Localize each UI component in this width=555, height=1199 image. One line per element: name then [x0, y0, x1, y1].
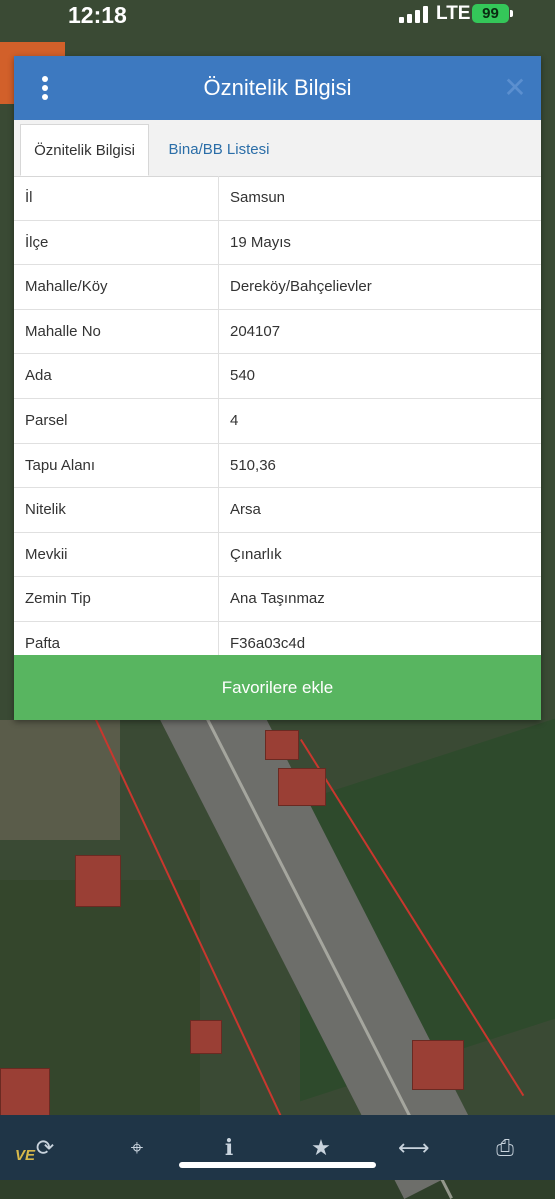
map-building — [265, 730, 299, 760]
map-building — [278, 768, 326, 806]
print-icon[interactable]: ⎙ — [490, 1133, 520, 1163]
attribute-table: İl Samsun İlçe 19 Mayıs Mahalle/Köy Dereköy… — [14, 176, 541, 667]
table-row: Mahalle No 204107 — [14, 309, 541, 355]
row-key: Mahalle/Köy — [25, 278, 108, 296]
app-logo: VE — [15, 1147, 36, 1164]
row-value: Arsa — [230, 501, 261, 519]
table-row: Mevkii Çınarlık — [14, 532, 541, 578]
row-value: 19 Mayıs — [230, 233, 291, 251]
table-row: Ada 540 — [14, 354, 541, 399]
row-key: Parsel — [25, 411, 68, 429]
row-key: Mahalle No — [25, 322, 101, 340]
status-bar: 12:18 LTE 99 — [0, 0, 555, 40]
row-key: İlçe — [25, 233, 49, 251]
home-indicator[interactable] — [179, 1162, 376, 1168]
map-building — [0, 1068, 50, 1116]
map-building — [190, 1020, 222, 1054]
row-value: 510,36 — [230, 456, 276, 474]
row-value: 4 — [230, 411, 239, 429]
battery-icon: 99 — [472, 4, 509, 23]
dialog-title: Öznitelik Bilgisi — [203, 75, 352, 100]
row-value: Samsun — [230, 189, 286, 206]
map-building — [75, 855, 121, 907]
table-row: Mahalle/Köy Dereköy/Bahçelievler — [14, 265, 541, 310]
dialog-header: Öznitelik Bilgisi ✕ — [14, 56, 541, 120]
row-value: Dereköy/Bahçelievler — [230, 278, 372, 296]
table-row: Nitelik Arsa — [14, 488, 541, 533]
table-row: Tapu Alanı 510,36 — [14, 443, 541, 489]
row-value: 204107 — [230, 322, 281, 340]
star-icon[interactable]: ★ — [306, 1133, 336, 1163]
row-key: Mevkii — [25, 545, 68, 563]
dialog-tabs: Öznitelik Bilgisi Bina/BB Listesi — [14, 120, 541, 177]
tab-attribute-info[interactable]: Öznitelik Bilgisi — [20, 124, 149, 176]
row-key: Ada — [25, 367, 52, 385]
signal-icon — [399, 6, 429, 23]
row-key: Zemin Tip — [25, 590, 91, 608]
row-value: 540 — [230, 367, 256, 385]
tab-building-list[interactable]: Bina/BB Listesi — [154, 124, 284, 176]
battery-tip — [510, 10, 513, 17]
table-row: Zemin Tip Ana Taşınmaz — [14, 577, 541, 622]
battery-level: 99 — [482, 5, 499, 22]
row-value: Ana Taşınmaz — [230, 590, 325, 608]
network-label: LTE — [436, 3, 471, 24]
table-row: İlçe 19 Mayıs — [14, 220, 541, 266]
row-value: Çınarlık — [230, 545, 282, 563]
map-building — [412, 1040, 464, 1090]
crosshair-icon[interactable]: ⌖ — [122, 1133, 152, 1163]
add-to-favorites-button[interactable]: Favorilere ekle — [14, 655, 541, 720]
row-key: Nitelik — [25, 501, 66, 519]
table-row: Parsel 4 — [14, 398, 541, 444]
info-icon[interactable]: i — [214, 1133, 244, 1163]
map-field — [0, 720, 120, 840]
table-row: İl Samsun — [14, 176, 541, 221]
close-icon[interactable]: ✕ — [502, 73, 528, 103]
attribute-dialog: Öznitelik Bilgisi ✕ Öznitelik Bilgisi Bi… — [14, 56, 541, 720]
row-key: Tapu Alanı — [25, 456, 96, 474]
row-key: İl — [25, 189, 33, 206]
status-time: 12:18 — [68, 2, 127, 28]
measure-icon[interactable]: ⟷ — [398, 1133, 430, 1163]
bottom-toolbar: ⟳ ⌖ i ★ ⟷ ⎙ — [0, 1115, 555, 1180]
